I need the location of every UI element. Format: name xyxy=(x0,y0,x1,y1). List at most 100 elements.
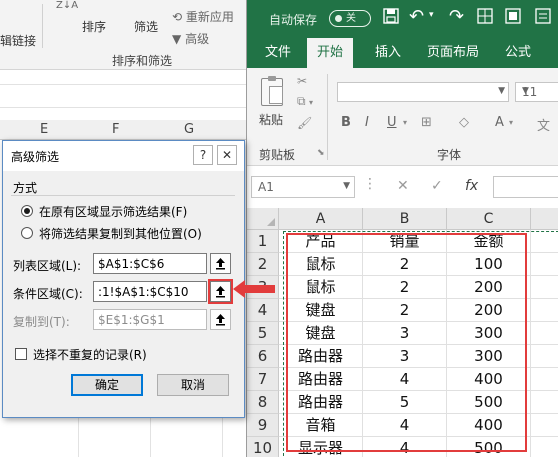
table-cell[interactable] xyxy=(531,276,558,299)
sort-button[interactable]: 排序 xyxy=(82,18,106,35)
list-range-input[interactable]: $A$1:$C$6 xyxy=(93,253,207,274)
font-size-dropdown[interactable]: 11 ▼ xyxy=(515,82,558,102)
table-cell[interactable]: 100 xyxy=(447,253,531,276)
table-cell[interactable]: 4 xyxy=(363,368,447,391)
table-cell[interactable]: 3 xyxy=(363,345,447,368)
table-cell[interactable]: 显示器 xyxy=(279,437,363,457)
font-name-dropdown[interactable]: ▼ xyxy=(337,82,509,102)
column-header-d[interactable] xyxy=(531,208,558,230)
table-cell[interactable]: 键盘 xyxy=(279,299,363,322)
table-cell[interactable]: 4 xyxy=(363,414,447,437)
quick-access-grid-icon[interactable] xyxy=(477,8,493,28)
table-cell[interactable] xyxy=(531,391,558,414)
unique-records-checkbox[interactable] xyxy=(15,348,27,360)
table-cell[interactable] xyxy=(531,253,558,276)
table-cell[interactable]: 3 xyxy=(363,322,447,345)
close-button[interactable]: ✕ xyxy=(217,145,237,165)
table-cell[interactable] xyxy=(531,414,558,437)
table-cell[interactable]: 500 xyxy=(447,391,531,414)
edit-links-button[interactable]: 辑链接 xyxy=(0,32,36,49)
help-button[interactable]: ? xyxy=(193,145,213,165)
formula-input[interactable] xyxy=(493,176,558,198)
filter-button[interactable]: 筛选 xyxy=(134,18,158,35)
dialog-launcher-icon[interactable]: ⬊ xyxy=(317,148,325,158)
underline-dropdown-icon[interactable]: ▾ xyxy=(403,118,407,127)
table-cell[interactable]: 路由器 xyxy=(279,345,363,368)
underline-button[interactable]: U xyxy=(387,115,397,130)
copy-to-input[interactable]: $E$1:$G$1 xyxy=(93,309,207,330)
insert-function-icon[interactable]: fx xyxy=(465,178,478,194)
column-header-g[interactable]: G xyxy=(184,122,194,137)
table-cell[interactable] xyxy=(531,322,558,345)
quick-access-table-icon[interactable] xyxy=(505,8,521,28)
table-cell[interactable]: 路由器 xyxy=(279,391,363,414)
table-cell[interactable]: 产品 xyxy=(279,230,363,253)
table-cell[interactable]: 销量 xyxy=(363,230,447,253)
table-cell[interactable]: 键盘 xyxy=(279,322,363,345)
unique-records-label[interactable]: 选择不重复的记录(R) xyxy=(33,346,147,363)
column-header-c[interactable]: C xyxy=(447,208,531,230)
save-icon[interactable] xyxy=(383,8,399,28)
table-cell[interactable]: 400 xyxy=(447,414,531,437)
table-cell[interactable]: 金额 xyxy=(447,230,531,253)
row-header[interactable]: 8 xyxy=(247,391,279,414)
table-cell[interactable]: 4 xyxy=(363,437,447,457)
table-cell[interactable] xyxy=(531,230,558,253)
row-header[interactable]: 2 xyxy=(247,253,279,276)
row-header[interactable]: 7 xyxy=(247,368,279,391)
radio-filter-in-place-label[interactable]: 在原有区域显示筛选结果(F) xyxy=(39,203,187,220)
ok-button[interactable]: 确定 xyxy=(71,374,143,396)
row-header[interactable]: 1 xyxy=(247,230,279,253)
sort-za-icon[interactable]: Z↓A xyxy=(56,0,78,11)
column-header-b[interactable]: B xyxy=(363,208,447,230)
reapply-button[interactable]: ⟲ 重新应用 xyxy=(172,8,234,25)
redo-icon[interactable]: ↷ xyxy=(449,6,464,27)
borders-icon[interactable]: ⊞ xyxy=(421,115,432,130)
table-cell[interactable]: 路由器 xyxy=(279,368,363,391)
row-header[interactable]: 6 xyxy=(247,345,279,368)
tab-insert[interactable]: 插入 xyxy=(365,38,411,68)
advanced-filter-button[interactable]: ▼ 高级 xyxy=(172,30,209,47)
tab-page-layout[interactable]: 页面布局 xyxy=(417,38,489,68)
table-cell[interactable]: 500 xyxy=(447,437,531,457)
phonetic-icon[interactable]: 文 xyxy=(537,115,550,134)
radio-filter-in-place[interactable] xyxy=(21,205,33,217)
table-cell[interactable]: 400 xyxy=(447,368,531,391)
list-range-collapse-button[interactable] xyxy=(210,253,231,274)
table-cell[interactable] xyxy=(531,299,558,322)
table-cell[interactable]: 200 xyxy=(447,276,531,299)
tab-formulas[interactable]: 公式 xyxy=(495,38,541,68)
table-cell[interactable]: 300 xyxy=(447,322,531,345)
autosave-toggle[interactable]: 关 xyxy=(329,10,371,27)
table-cell[interactable]: 2 xyxy=(363,276,447,299)
criteria-range-input[interactable]: :1!$A$1:$C$10 xyxy=(93,281,207,302)
column-header-a[interactable]: A xyxy=(279,208,363,230)
cancel-button[interactable]: 取消 xyxy=(157,374,229,396)
tab-file[interactable]: 文件 xyxy=(255,38,301,68)
copy-icon[interactable]: ⧉ xyxy=(297,94,306,109)
table-cell[interactable]: 300 xyxy=(447,345,531,368)
table-cell[interactable]: 5 xyxy=(363,391,447,414)
column-header-f[interactable]: F xyxy=(112,122,119,137)
italic-button[interactable]: I xyxy=(365,115,369,130)
fill-color-icon[interactable]: ◇ xyxy=(459,115,469,130)
cancel-edit-icon[interactable]: ✕ xyxy=(397,178,409,194)
row-header[interactable]: 10 xyxy=(247,437,279,457)
table-cell[interactable]: 鼠标 xyxy=(279,253,363,276)
table-cell[interactable]: 鼠标 xyxy=(279,276,363,299)
undo-dropdown-icon[interactable]: ▾ xyxy=(429,10,434,20)
table-cell[interactable]: 2 xyxy=(363,299,447,322)
confirm-edit-icon[interactable]: ✓ xyxy=(431,178,443,194)
bold-button[interactable]: B xyxy=(341,115,351,130)
paste-icon[interactable] xyxy=(257,76,287,108)
paste-button[interactable]: 粘贴 xyxy=(259,111,283,128)
table-cell[interactable]: 200 xyxy=(447,299,531,322)
radio-copy-to-location-label[interactable]: 将筛选结果复制到其他位置(O) xyxy=(39,225,202,242)
copy-to-collapse-button[interactable] xyxy=(210,309,231,330)
font-color-dropdown-icon[interactable]: ▾ xyxy=(509,118,513,127)
quick-access-form-icon[interactable] xyxy=(535,8,551,28)
format-painter-icon[interactable]: 🖌 xyxy=(297,116,312,130)
table-cell[interactable] xyxy=(531,437,558,457)
row-header[interactable]: 9 xyxy=(247,414,279,437)
undo-icon[interactable]: ↶ xyxy=(409,6,424,27)
